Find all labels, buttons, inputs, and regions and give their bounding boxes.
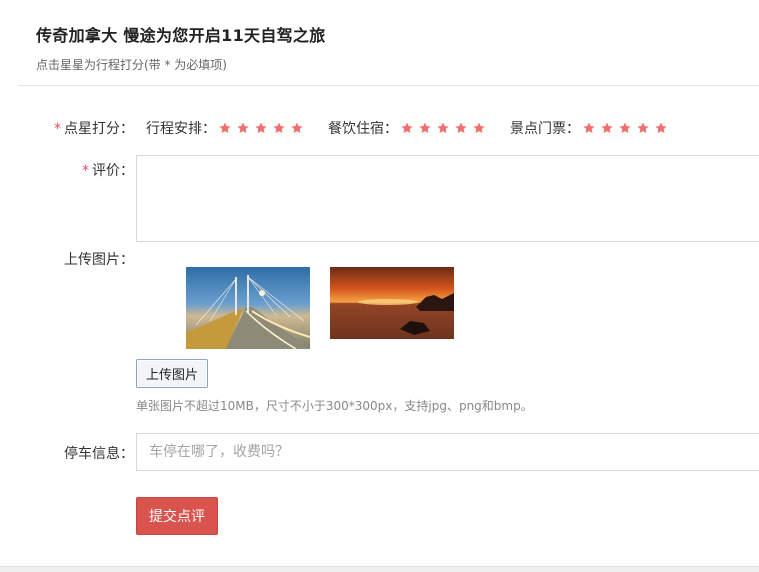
review-textarea[interactable] — [136, 155, 759, 242]
rating-category-label: 景点门票： — [510, 121, 580, 137]
star-icon[interactable] — [582, 121, 596, 135]
uploaded-image-bridge[interactable] — [186, 267, 310, 349]
submit-review-button[interactable]: 提交点评 — [136, 497, 218, 535]
star-icon[interactable] — [636, 121, 650, 135]
star-group-dining-lodging — [400, 121, 490, 135]
page-subtitle: 点击星星为行程打分(带 * 为必填项) — [36, 58, 227, 72]
star-icon[interactable] — [472, 121, 486, 135]
rating-category-label: 行程安排： — [146, 121, 216, 137]
star-icon[interactable] — [290, 121, 304, 135]
rating-dining-lodging: 餐饮住宿： — [328, 118, 490, 138]
required-mark: * — [82, 163, 89, 179]
star-icon[interactable] — [418, 121, 432, 135]
star-icon[interactable] — [436, 121, 450, 135]
rating-label: * 点星打分： — [14, 118, 134, 138]
star-icon[interactable] — [400, 121, 414, 135]
sunset-photo-art — [330, 293, 454, 339]
star-group-itinerary — [218, 121, 308, 135]
star-group-attractions-tickets — [582, 121, 672, 135]
bridge-photo-art — [186, 275, 310, 349]
review-label-text: 评价： — [92, 163, 134, 179]
star-icon[interactable] — [254, 121, 268, 135]
star-icon[interactable] — [218, 121, 232, 135]
rating-attractions-tickets: 景点门票： — [510, 118, 672, 138]
rating-label-text: 点星打分： — [64, 121, 134, 137]
required-mark: * — [54, 121, 61, 137]
page-title: 传奇加拿大 慢途为您开启11天自驾之旅 — [36, 26, 326, 45]
star-icon[interactable] — [654, 121, 668, 135]
star-icon[interactable] — [600, 121, 614, 135]
rating-row: 行程安排： 餐饮住宿： 景点门票： — [146, 118, 692, 138]
uploaded-image-sunset[interactable] — [330, 267, 454, 339]
bottom-divider — [0, 566, 759, 572]
star-icon[interactable] — [618, 121, 632, 135]
star-icon[interactable] — [454, 121, 468, 135]
rating-category-label: 餐饮住宿： — [328, 121, 398, 137]
review-label: * 评价： — [14, 160, 134, 180]
upload-note: 单张图片不超过10MB，尺寸不小于300*300px，支持jpg、png和bmp… — [136, 399, 533, 413]
upload-image-button[interactable]: 上传图片 — [136, 359, 208, 388]
form-header: 传奇加拿大 慢途为您开启11天自驾之旅 点击星星为行程打分(带 * 为必填项) — [36, 22, 326, 73]
star-icon[interactable] — [272, 121, 286, 135]
rating-itinerary: 行程安排： — [146, 118, 308, 138]
parking-label: 停车信息： — [64, 446, 134, 462]
header-divider — [18, 85, 759, 86]
upload-label: 上传图片： — [64, 252, 134, 268]
parking-input[interactable] — [136, 433, 759, 471]
star-icon[interactable] — [236, 121, 250, 135]
